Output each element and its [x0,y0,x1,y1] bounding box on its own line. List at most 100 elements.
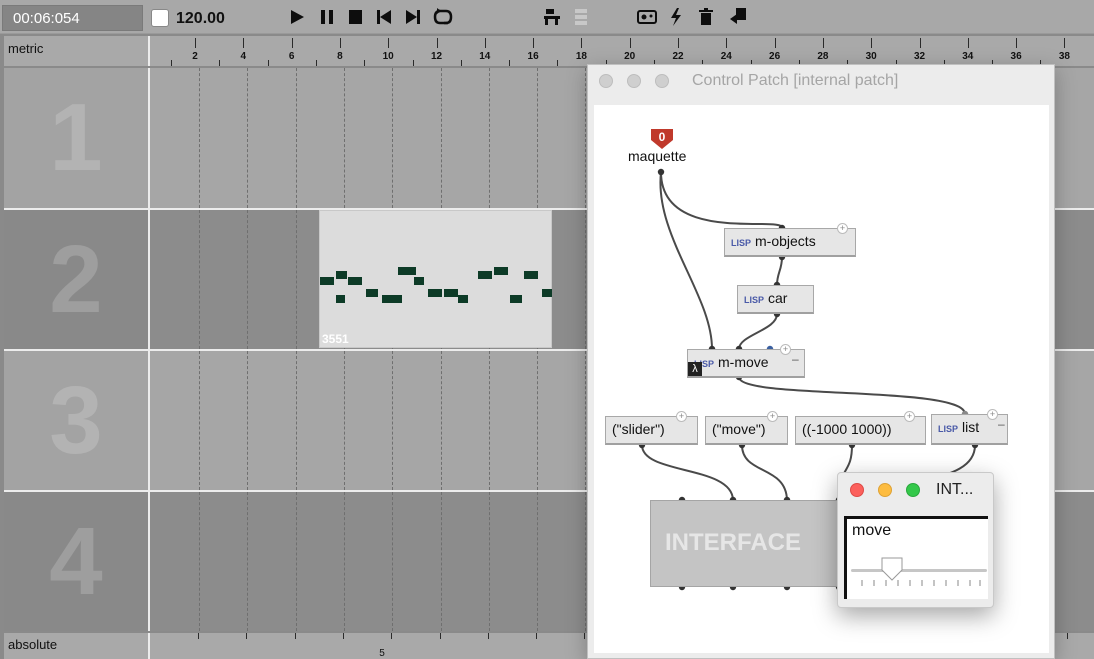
lambda-icon[interactable]: λ [688,362,702,376]
car-box[interactable]: LISP car [737,285,814,314]
grid-line [295,68,297,208]
import-icon[interactable] [728,7,748,27]
track-number[interactable]: 3 [4,351,148,490]
stop-icon[interactable] [346,7,364,27]
interface-box[interactable]: INTERFACE [650,500,840,587]
trash-icon[interactable] [697,7,715,27]
m-move-box[interactable]: LISP m-move λ + – [687,344,805,378]
track-number[interactable]: 4 [4,492,148,631]
tempo-checkbox[interactable] [151,9,169,27]
ruler-tick [919,38,921,48]
remove-input-icon[interactable]: – [998,417,1005,431]
ruler-minor-tick [171,60,172,66]
lightning-icon[interactable] [668,7,684,27]
add-input-icon[interactable]: + [767,411,778,422]
m-objects-box[interactable]: LISP m-objects + [724,223,856,257]
next-icon[interactable] [404,7,422,27]
note [542,289,552,297]
loop-icon[interactable] [432,7,454,27]
range-box[interactable]: ((-1000 1000)) + [795,411,926,445]
previous-icon[interactable] [375,7,393,27]
zoom-icon[interactable] [906,483,920,497]
ruler-tick [871,38,873,48]
ruler-tick-label: 36 [1010,51,1022,62]
connection[interactable] [738,376,966,415]
control-patch-titlebar[interactable]: Control Patch [internal patch] [588,65,1054,97]
grid-line [537,68,539,208]
absolute-ruler-tick [536,633,538,639]
maquette-label: maquette [628,148,687,164]
connection[interactable] [660,171,784,229]
add-input-icon[interactable]: + [904,411,915,422]
zoom-icon[interactable] [655,74,669,88]
remove-input-icon[interactable]: – [792,352,799,366]
connection[interactable] [741,444,788,501]
ruler-tick-label: 38 [1058,51,1070,62]
add-input-icon[interactable]: + [837,223,848,234]
metric-ruler[interactable]: 2 4 6 8 10 12 14 16 18 20 22 24 26 28 30 32 34 36 38 [148,36,1094,66]
list-icon[interactable] [573,7,589,27]
slider-box[interactable]: ("slider") + [605,411,698,445]
ruler-tick-label: 16 [527,51,539,62]
minimize-icon[interactable] [627,74,641,88]
ruler-tick-label: 8 [337,51,343,62]
slider-value: ("slider") [612,421,665,437]
add-input-icon[interactable]: + [676,411,687,422]
tempo-value[interactable]: 120.00 [176,10,225,28]
maquette-editor: 00:06:054 120.00 metric 2 4 6 8 10 12 14… [0,0,1094,659]
slider-ticks [861,580,981,586]
ruler-tick-label: 20 [624,51,636,62]
slider-thumb[interactable] [881,557,903,581]
move-box[interactable]: ("move") + [705,411,788,445]
ruler-mode-label[interactable]: metric [4,36,148,66]
ruler-tick [774,38,776,48]
ruler-tick-label: 6 [288,51,295,62]
minimize-icon[interactable] [878,483,892,497]
close-icon[interactable] [850,483,864,497]
input-marker-icon[interactable]: 0 [651,129,673,149]
controller-icon[interactable] [636,7,658,27]
connection[interactable] [738,313,778,350]
ruler-tick [678,38,679,48]
ruler-tick [1016,38,1018,48]
play-icon[interactable] [288,7,306,27]
grid-line [247,351,249,490]
add-input-icon[interactable]: + [987,409,998,420]
note [414,277,424,285]
grid-line [295,210,297,349]
grid-line [440,351,442,490]
note [348,277,362,285]
lisp-tag: LISP [731,238,752,248]
note [336,295,345,303]
car-label: car [768,290,788,306]
absolute-ruler-tick [584,633,586,639]
time-display[interactable]: 00:06:054 [2,5,143,31]
note [428,289,442,297]
absolute-ruler-tick [246,633,248,639]
connection[interactable] [641,444,734,501]
list-box[interactable]: LISP list + – [931,409,1008,445]
ruler-tick-label: 30 [865,51,877,62]
ruler-minor-tick [557,60,559,66]
absolute-ruler-label[interactable]: absolute [4,633,148,659]
lisp-tag: LISP [938,424,959,434]
absolute-tick-label: 5 [379,648,385,659]
ruler-tick-label: 14 [479,51,491,62]
close-icon[interactable] [599,74,613,88]
add-input-icon[interactable]: + [780,344,791,355]
absolute-ruler-tick [294,633,296,639]
ruler-minor-tick [509,60,511,66]
track-number[interactable]: 2 [4,210,148,349]
tree-icon[interactable] [542,7,562,27]
ruler-minor-tick [267,60,269,66]
ruler-minor-tick [412,60,414,66]
ruler-tick [533,38,535,48]
ruler-tick [629,38,631,48]
grid-line [199,68,200,208]
track-number[interactable]: 1 [4,68,148,208]
slider-track[interactable] [851,569,987,572]
pause-icon[interactable] [318,7,336,27]
temporal-box[interactable]: 3551 [319,210,552,348]
ruler-tick [195,38,196,48]
connection[interactable] [776,256,783,286]
